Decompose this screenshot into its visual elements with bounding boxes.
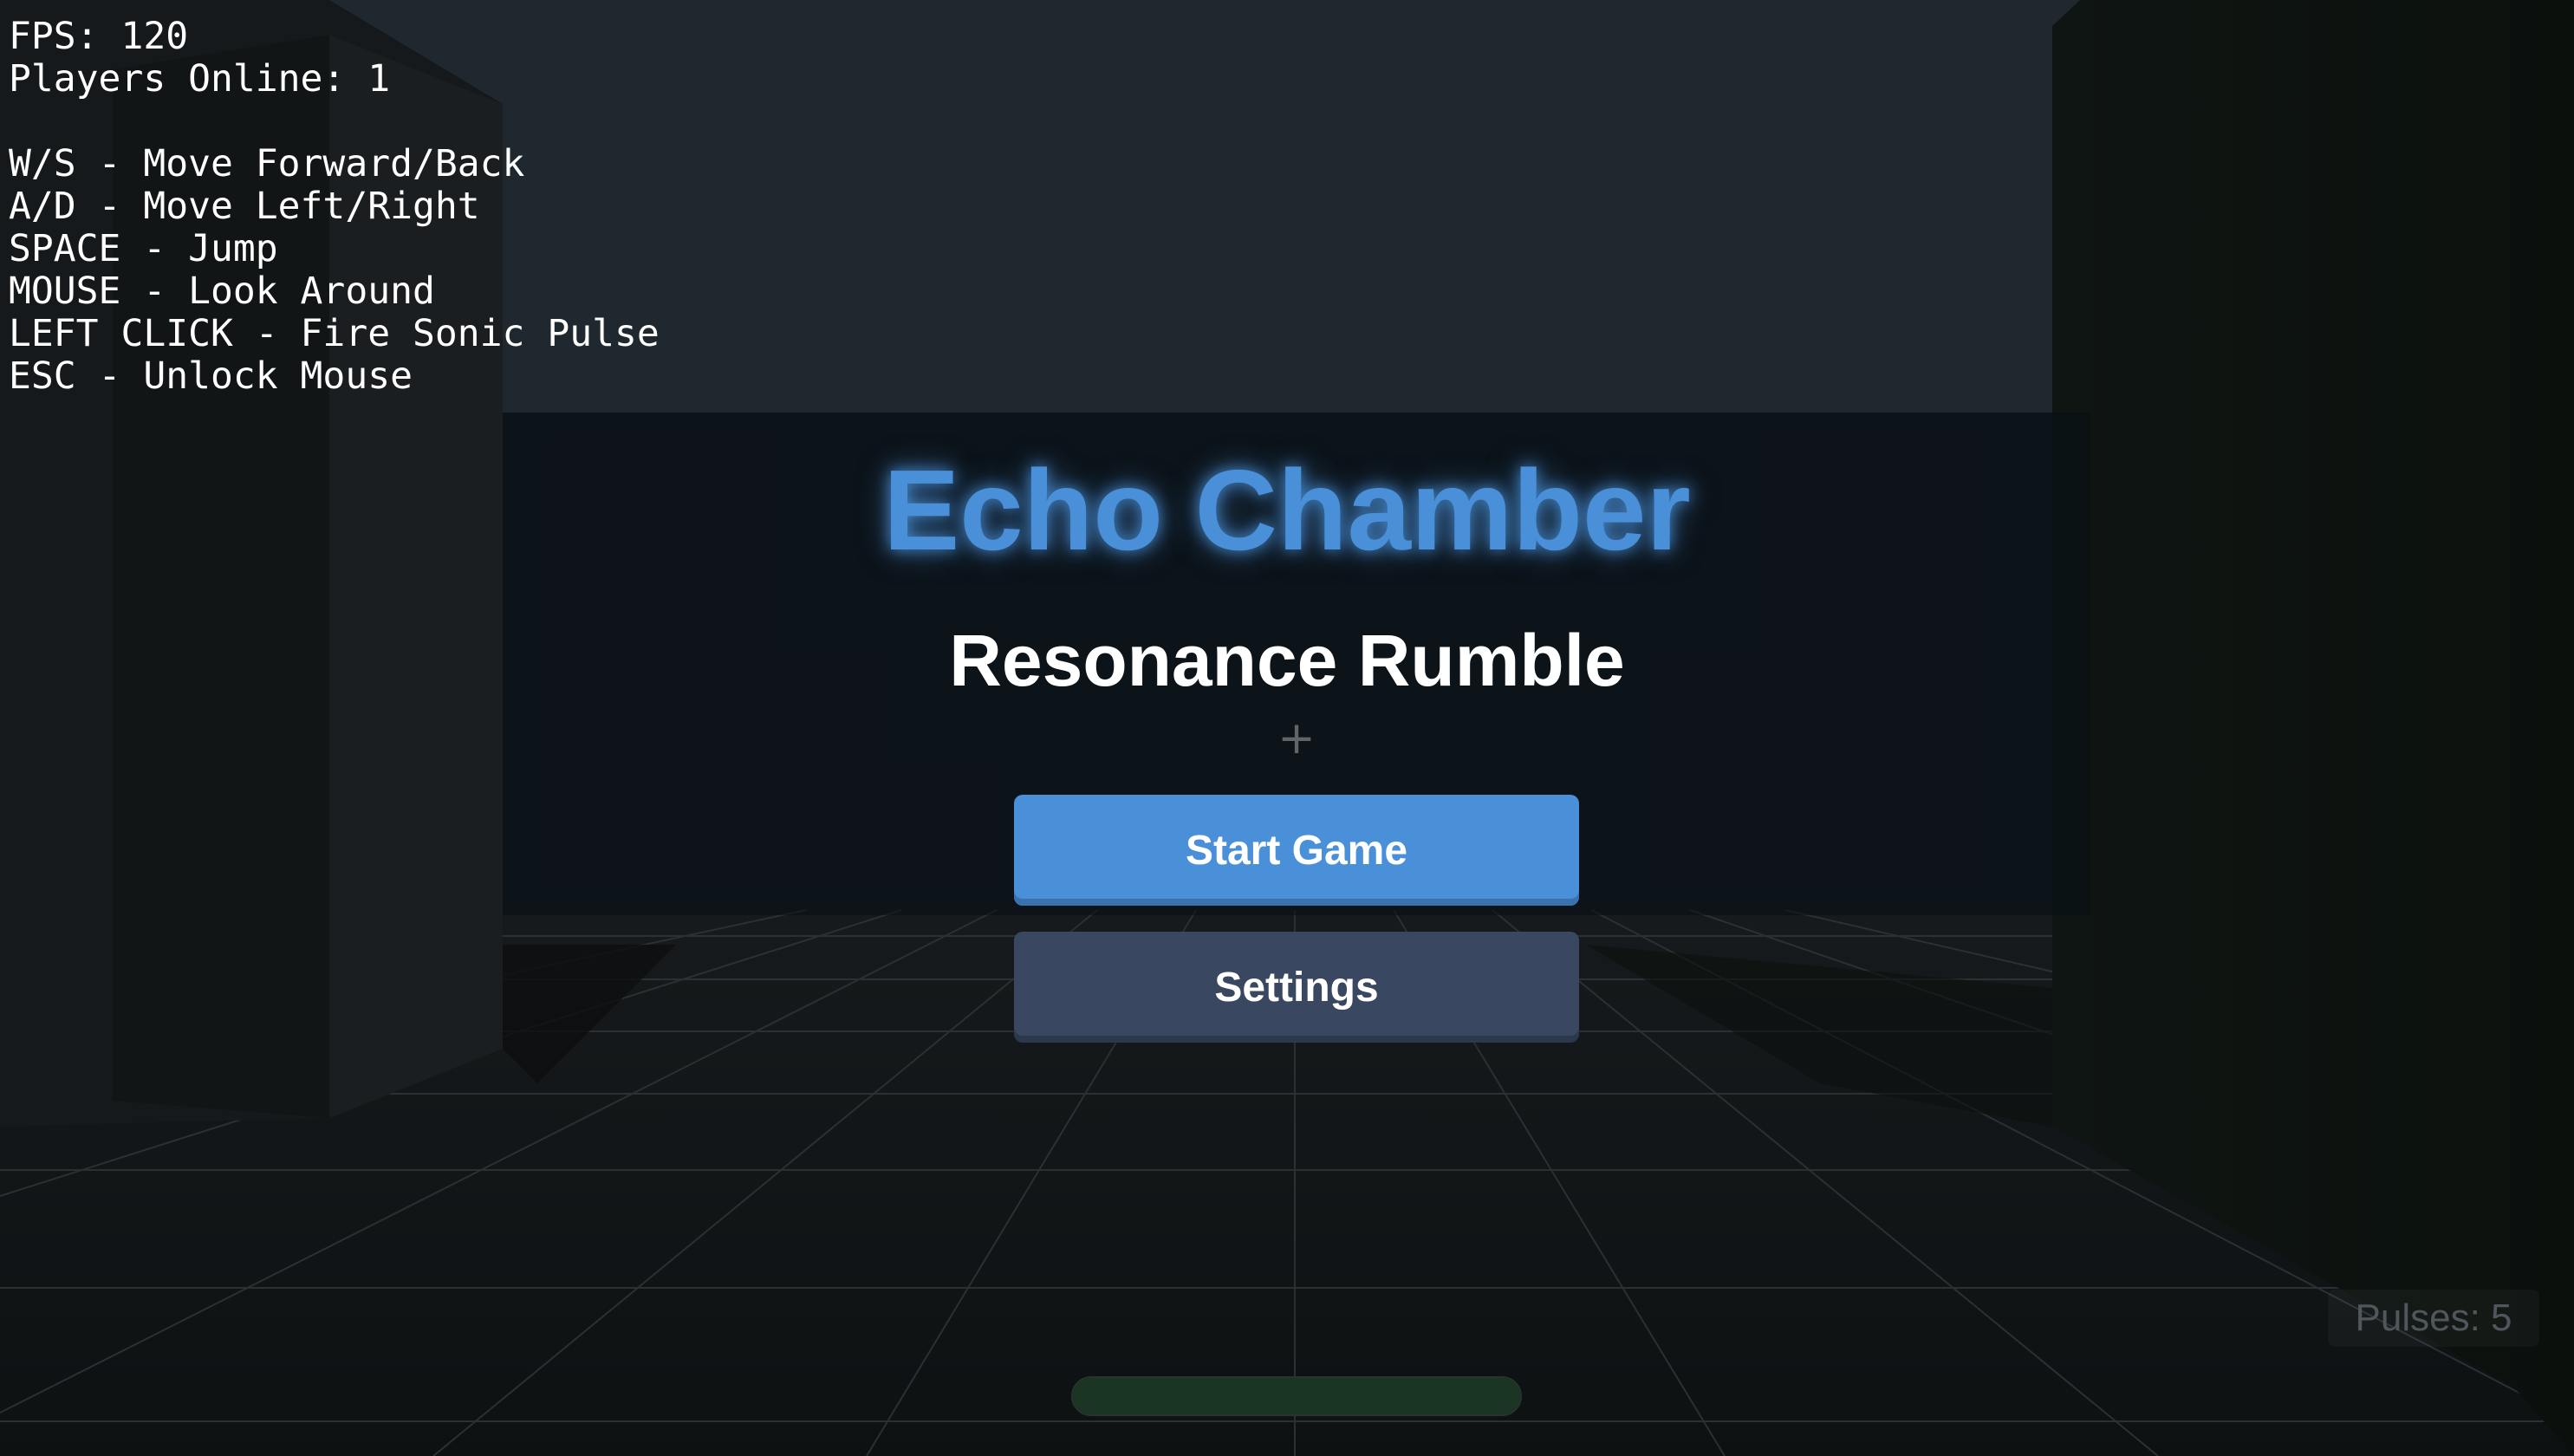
control-hint: SPACE - Jump <box>9 227 278 270</box>
settings-button[interactable]: Settings <box>1014 932 1579 1043</box>
fps-readout: FPS: 120 <box>9 15 189 58</box>
control-hint: LEFT CLICK - Fire Sonic Pulse <box>9 312 660 355</box>
control-hint: A/D - Move Left/Right <box>9 185 480 228</box>
game-subtitle: Resonance Rumble <box>949 620 1625 701</box>
control-hint: MOUSE - Look Around <box>9 270 435 313</box>
game-title: Echo Chamber <box>883 446 1691 574</box>
hud-spacer <box>9 101 660 143</box>
pulses-counter: Pulses: 5 <box>2328 1290 2539 1347</box>
pulse-charge-fill <box>1073 1378 1520 1414</box>
start-game-button[interactable]: Start Game <box>1014 795 1579 906</box>
hud-info-panel: FPS: 120 Players Online: 1 W/S - Move Forw… <box>9 16 660 398</box>
game-viewport[interactable]: FPS: 120 Players Online: 1 W/S - Move Forw… <box>0 0 2574 1456</box>
crosshair-icon: + <box>1277 712 1316 764</box>
control-hint: ESC - Unlock Mouse <box>9 354 413 398</box>
control-hint: W/S - Move Forward/Back <box>9 142 525 185</box>
pulse-charge-bar <box>1071 1376 1522 1416</box>
players-online-readout: Players Online: 1 <box>9 57 391 101</box>
